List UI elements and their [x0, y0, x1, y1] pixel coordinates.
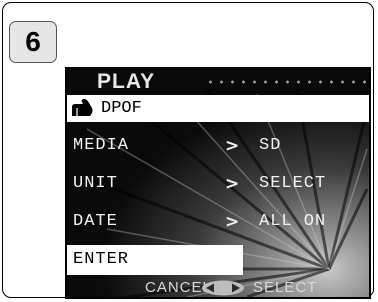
menu-label-date: DATE	[73, 212, 118, 231]
menu-title: PLAY	[97, 70, 156, 93]
chevron-right-icon: >	[225, 136, 240, 156]
menu-row-media[interactable]: MEDIA > SD	[67, 131, 369, 161]
enter-label: ENTER	[73, 250, 130, 269]
menu-row-date[interactable]: DATE > ALL ON	[67, 207, 369, 237]
dpof-submenu-row[interactable]: DPOF	[67, 95, 369, 122]
menu-value-unit: SELECT	[259, 174, 327, 193]
left-right-dpad-icon	[202, 280, 244, 296]
dpof-label: DPOF	[101, 99, 142, 118]
chevron-right-icon: >	[225, 174, 240, 194]
select-hint: SELECT	[253, 279, 318, 296]
header-dot-rule	[205, 80, 369, 84]
enter-button[interactable]: ENTER	[67, 245, 243, 275]
menu-value-media: SD	[259, 136, 282, 155]
button-guide-footer: CANCEL SELECT	[67, 277, 369, 297]
camera-lcd-screen: PLAY DPOF MEDIA > SD UNIT > SELECT DATE …	[65, 67, 371, 299]
menu-label-unit: UNIT	[73, 174, 118, 193]
hand-pointer-icon	[72, 99, 93, 116]
step-number-badge: 6	[9, 21, 57, 63]
menu-row-unit[interactable]: UNIT > SELECT	[67, 169, 369, 199]
menu-value-date: ALL ON	[259, 212, 327, 231]
chevron-right-icon: >	[225, 212, 240, 232]
step-frame: 6 PLAY DPOF MEDIA > SD UNIT > SELECT DAT…	[2, 2, 374, 299]
play-menu-header: PLAY	[67, 69, 369, 95]
menu-label-media: MEDIA	[73, 136, 130, 155]
